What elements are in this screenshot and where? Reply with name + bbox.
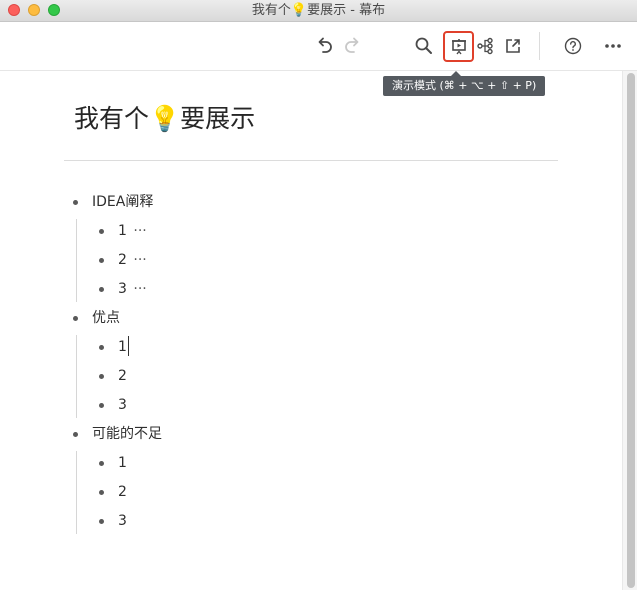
share-button[interactable]: [499, 32, 527, 60]
outline-subitem[interactable]: 2 ···: [64, 246, 558, 275]
outline-item-text[interactable]: 优点: [92, 304, 120, 333]
presentation-mode-button[interactable]: [443, 31, 474, 62]
toolbar: [0, 22, 637, 71]
bullet-icon[interactable]: [73, 316, 78, 321]
outline-children: 1 2 3: [64, 449, 558, 536]
outline-subitem[interactable]: 3: [64, 507, 558, 536]
bullet-icon[interactable]: [99, 287, 104, 292]
search-button[interactable]: [410, 32, 438, 60]
outline-list: IDEA阐释 1 ··· 2 ··· 3 ··· 优点 1 2 3 可能的不足 …: [64, 188, 558, 536]
title-divider: [64, 160, 558, 161]
outline-subitem-text[interactable]: 2: [118, 252, 127, 268]
outline-children: 1 2 3: [64, 333, 558, 420]
outline-subitem-text[interactable]: 3: [118, 281, 127, 297]
outline-subitem[interactable]: 1: [64, 449, 558, 478]
outline-subitem-text[interactable]: 2: [118, 478, 127, 507]
outline-subitem-text[interactable]: 1: [118, 223, 127, 239]
collapsed-ellipsis[interactable]: ···: [133, 281, 146, 297]
window-title: 我有个💡要展示 - 幕布: [251, 3, 386, 18]
outline-subitem-text[interactable]: 1: [118, 339, 127, 355]
app-window: 我有个💡要展示 - 幕布 我有个💡要展示 IDEA阐释 1 ··· 2 ··· …: [0, 0, 637, 590]
outline-subitem-text[interactable]: 2: [118, 362, 127, 391]
presentation-tooltip: 演示模式 (⌘ + ⌥ + ⇧ + P): [383, 71, 546, 96]
bullet-icon[interactable]: [99, 403, 104, 408]
bullet-icon[interactable]: [73, 200, 78, 205]
scrollbar-thumb[interactable]: [627, 73, 635, 588]
bullet-icon[interactable]: [99, 374, 104, 379]
bullet-icon[interactable]: [99, 229, 104, 234]
outline-subitem[interactable]: 2: [64, 478, 558, 507]
redo-button[interactable]: [339, 32, 367, 60]
bullet-icon[interactable]: [73, 432, 78, 437]
share-icon: [506, 39, 520, 53]
outline-subitem[interactable]: 3 ···: [64, 275, 558, 304]
undo-icon: [318, 37, 332, 53]
title-bar: 我有个💡要展示 - 幕布: [0, 0, 637, 22]
help-button[interactable]: [559, 32, 587, 60]
bullet-icon[interactable]: [99, 490, 104, 495]
outline-subitem[interactable]: 1: [64, 333, 558, 362]
outline-item[interactable]: 可能的不足: [64, 420, 558, 449]
redo-icon: [345, 37, 359, 53]
more-button[interactable]: [599, 32, 627, 60]
vertical-scrollbar[interactable]: [622, 71, 637, 590]
more-icon: [605, 44, 621, 48]
bullet-icon[interactable]: [99, 345, 104, 350]
outline-subitem-text[interactable]: 3: [118, 507, 127, 536]
mindmap-icon: [477, 37, 493, 55]
outline-subitem-text[interactable]: 1: [118, 449, 127, 478]
outline-group: 可能的不足 1 2 3: [64, 420, 558, 536]
undo-button[interactable]: [310, 32, 338, 60]
bullet-icon[interactable]: [99, 258, 104, 263]
document-editor[interactable]: 我有个💡要展示 IDEA阐释 1 ··· 2 ··· 3 ··· 优点 1 2 …: [0, 71, 622, 590]
collapsed-ellipsis[interactable]: ···: [133, 252, 146, 268]
outline-subitem[interactable]: 3: [64, 391, 558, 420]
outline-item-text[interactable]: 可能的不足: [92, 420, 162, 449]
outline-subitem[interactable]: 1 ···: [64, 217, 558, 246]
help-icon: [564, 37, 582, 55]
outline-item[interactable]: IDEA阐释: [64, 188, 558, 217]
outline-subitem[interactable]: 2: [64, 362, 558, 391]
mindmap-button[interactable]: [471, 32, 499, 60]
bullet-icon[interactable]: [99, 461, 104, 466]
document-title[interactable]: 我有个💡要展示: [74, 99, 255, 139]
outline-group: IDEA阐释 1 ··· 2 ··· 3 ···: [64, 188, 558, 304]
text-cursor: [127, 336, 129, 356]
outline-item[interactable]: 优点: [64, 304, 558, 333]
outline-subitem-text[interactable]: 3: [118, 391, 127, 420]
collapsed-ellipsis[interactable]: ···: [133, 223, 146, 239]
outline-item-text[interactable]: IDEA阐释: [92, 188, 153, 217]
outline-group: 优点 1 2 3: [64, 304, 558, 420]
bullet-icon[interactable]: [99, 519, 104, 524]
toolbar-separator: [539, 32, 540, 60]
outline-children: 1 ··· 2 ··· 3 ···: [64, 217, 558, 304]
presentation-icon: [451, 38, 466, 54]
search-icon: [415, 37, 432, 54]
